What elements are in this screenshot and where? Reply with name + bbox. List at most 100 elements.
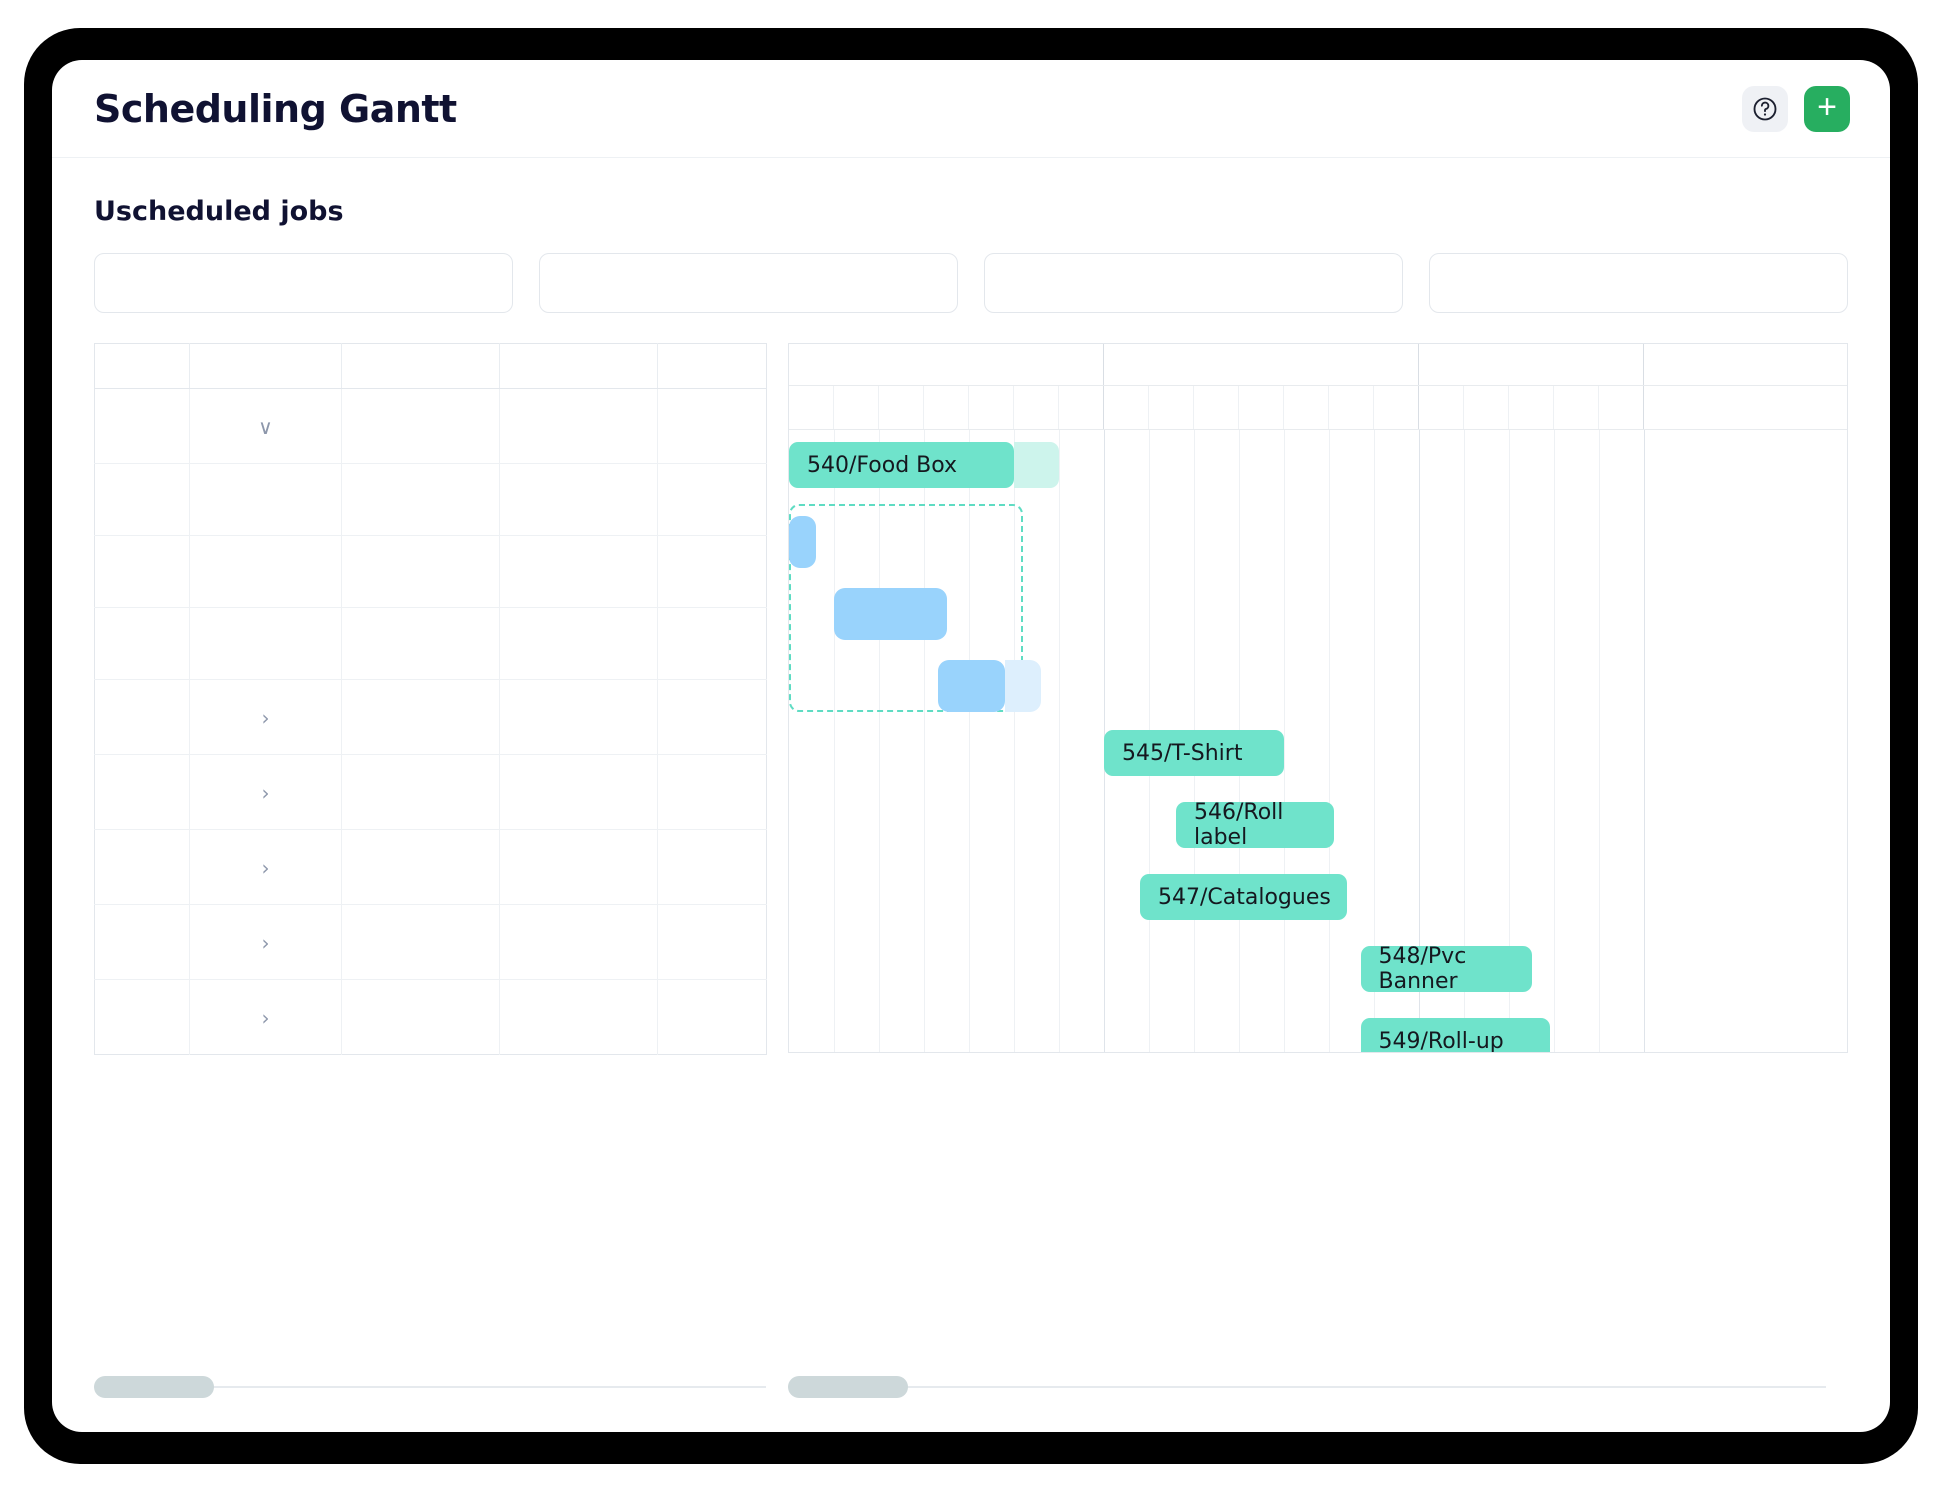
gantt-hour-header <box>1104 386 1149 429</box>
job-table-panel: ∨ › › › › › <box>94 343 767 1055</box>
chevron-right-icon[interactable]: › <box>257 781 275 805</box>
cell-job[interactable] <box>189 463 342 536</box>
cell-time <box>657 904 767 980</box>
gantt-hour-header <box>879 386 924 429</box>
column-header[interactable] <box>499 343 658 389</box>
cell-id <box>94 754 190 830</box>
gantt-hour-header <box>969 386 1014 429</box>
gantt-hour-header-row <box>789 386 1847 430</box>
gantt-day-header <box>1419 344 1644 385</box>
help-button[interactable] <box>1742 85 1788 132</box>
gantt-hour-header <box>1599 386 1644 429</box>
scrollbar-thumb[interactable] <box>788 1376 908 1398</box>
cell-job[interactable]: › <box>189 979 342 1055</box>
gantt-hour-header <box>1509 386 1554 429</box>
cell-due-date <box>499 829 658 905</box>
column-header[interactable] <box>94 343 190 389</box>
gantt-hour-header <box>789 386 834 429</box>
job-table: ∨ › › › › › <box>94 343 767 1055</box>
gantt-hour-header <box>1464 386 1509 429</box>
header-actions: + <box>1742 85 1850 132</box>
cell-id <box>94 388 190 464</box>
chevron-right-icon[interactable]: › <box>257 706 275 730</box>
unscheduled-job-card[interactable] <box>984 253 1403 313</box>
cell-start-date <box>341 388 500 464</box>
gantt-horizontal-scrollbar[interactable] <box>788 1376 1826 1398</box>
cell-time <box>657 388 767 464</box>
gantt-panel: 540/Food Box 545/T-Shirt 546/Roll label 547… <box>788 343 1848 1053</box>
table-horizontal-scrollbar[interactable] <box>94 1376 766 1398</box>
gantt-chart[interactable]: 540/Food Box 545/T-Shirt 546/Roll label 547… <box>788 343 1848 1053</box>
gantt-bar[interactable]: 547/Catalogues <box>1140 874 1347 920</box>
scrollbar-thumb[interactable] <box>94 1376 214 1398</box>
cell-job[interactable] <box>189 535 342 608</box>
chevron-right-icon[interactable]: › <box>257 856 275 880</box>
chevron-right-icon[interactable]: › <box>257 931 275 955</box>
scrollbar-track <box>788 1386 1826 1388</box>
column-header[interactable] <box>657 343 767 389</box>
gantt-bar-label: 540/Food Box <box>807 452 958 478</box>
gantt-bar[interactable] <box>789 516 816 568</box>
table-row[interactable]: › <box>94 979 767 1055</box>
gantt-bar[interactable]: 540/Food Box <box>789 442 1014 488</box>
cell-id <box>94 535 190 608</box>
table-row[interactable]: › <box>94 904 767 980</box>
gantt-bar-buffer <box>1005 660 1041 712</box>
cell-time <box>657 829 767 905</box>
table-row[interactable]: ∨ <box>94 388 767 464</box>
cell-id <box>94 979 190 1055</box>
table-row[interactable] <box>94 607 767 680</box>
cell-id <box>94 679 190 755</box>
tablet-device-frame: Scheduling Gantt + Uscheduled jobs ∨ › ›… <box>24 28 1918 1464</box>
table-row[interactable]: › <box>94 754 767 830</box>
gantt-bar[interactable]: 545/T-Shirt <box>1104 730 1284 776</box>
gantt-hour-header <box>924 386 969 429</box>
unscheduled-job-cards <box>52 227 1890 313</box>
cell-job[interactable] <box>189 607 342 680</box>
table-row[interactable] <box>94 463 767 536</box>
cell-job[interactable]: › <box>189 679 342 755</box>
unscheduled-jobs-title: Uscheduled jobs <box>94 196 344 227</box>
cell-start-date <box>341 679 500 755</box>
cell-job[interactable]: ∨ <box>189 388 342 464</box>
cell-due-date <box>499 463 658 536</box>
gantt-bar-label: 545/T-Shirt <box>1122 740 1243 766</box>
gantt-bar-label: 549/Roll-up <box>1378 1028 1504 1053</box>
unscheduled-job-card[interactable] <box>1429 253 1848 313</box>
cell-time <box>657 535 767 608</box>
gantt-bar-label: 546/Roll label <box>1194 800 1284 850</box>
gantt-hour-header <box>1419 386 1464 429</box>
cell-start-date <box>341 904 500 980</box>
cell-job[interactable]: › <box>189 829 342 905</box>
table-row[interactable]: › <box>94 829 767 905</box>
cell-due-date <box>499 535 658 608</box>
page-title: Scheduling Gantt <box>94 86 457 131</box>
unscheduled-job-card[interactable] <box>539 253 958 313</box>
gantt-bar[interactable]: 546/Roll label <box>1176 800 1334 850</box>
gantt-hour-header <box>1374 386 1419 429</box>
gantt-hour-header <box>1284 386 1329 429</box>
gantt-bar-buffer <box>1014 442 1059 488</box>
cell-start-date <box>341 535 500 608</box>
table-row[interactable] <box>94 535 767 608</box>
cell-id <box>94 829 190 905</box>
unscheduled-job-card[interactable] <box>94 253 513 313</box>
chevron-right-icon[interactable]: › <box>257 1006 275 1030</box>
cell-job[interactable]: › <box>189 904 342 980</box>
column-header[interactable] <box>189 343 342 389</box>
cell-start-date <box>341 754 500 830</box>
gantt-hour-header <box>1014 386 1059 429</box>
question-circle-icon <box>1751 95 1779 123</box>
gantt-bar[interactable]: 549/Roll-up <box>1360 1018 1550 1053</box>
cell-job[interactable]: › <box>189 754 342 830</box>
gantt-bar[interactable] <box>937 660 1005 712</box>
column-header[interactable] <box>341 343 500 389</box>
chevron-down-icon[interactable]: ∨ <box>257 415 275 439</box>
cell-time <box>657 463 767 536</box>
gantt-scroll-area[interactable]: 540/Food Box 545/T-Shirt 546/Roll label 547… <box>789 344 1847 1052</box>
gantt-bar-label: 547/Catalogues <box>1158 884 1331 910</box>
gantt-bar[interactable]: 548/Pvc Banner <box>1360 944 1532 994</box>
table-row[interactable]: › <box>94 679 767 755</box>
add-button[interactable]: + <box>1804 85 1850 132</box>
gantt-bar[interactable] <box>834 588 947 640</box>
